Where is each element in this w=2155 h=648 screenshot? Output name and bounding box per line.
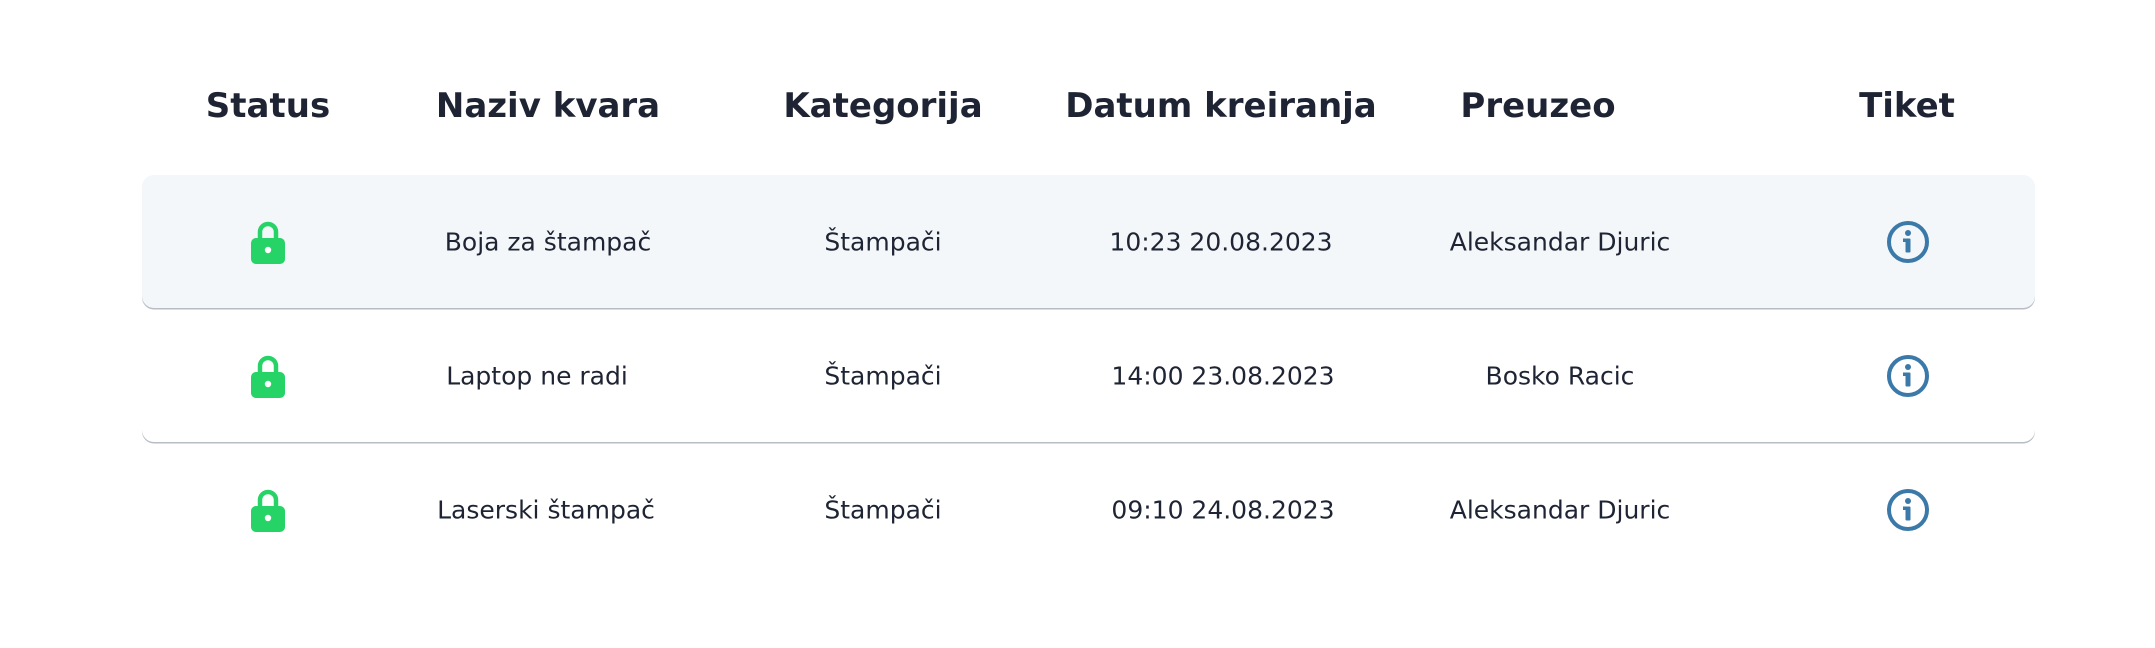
cell-preuzeo: Aleksandar Djuric	[1449, 495, 1671, 524]
cell-naziv-kvara: Laserski štampač	[437, 495, 655, 524]
info-icon[interactable]	[1886, 354, 1930, 398]
cell-kategorija: Štampači	[824, 227, 942, 256]
lock-icon	[251, 355, 285, 398]
cell-naziv-kvara: Boja za štampač	[444, 227, 652, 256]
cell-kategorija: Štampači	[824, 495, 942, 524]
cell-datum-kreiranja: 09:10 24.08.2023	[1111, 495, 1335, 524]
table-row[interactable]: Laserski štampač Štampači 09:10 24.08.20…	[142, 443, 2035, 576]
lock-icon	[251, 221, 285, 264]
header-preuzeo: Preuzeo	[1460, 86, 1616, 126]
cell-kategorija: Štampači	[824, 361, 942, 390]
info-icon[interactable]	[1886, 488, 1930, 532]
cell-datum-kreiranja: 10:23 20.08.2023	[1109, 227, 1333, 256]
cell-datum-kreiranja: 14:00 23.08.2023	[1111, 361, 1335, 390]
table-header: Status Naziv kvara Kategorija Datum krei…	[142, 62, 2035, 175]
table-row[interactable]: Boja za štampač Štampači 10:23 20.08.202…	[142, 175, 2035, 308]
cell-naziv-kvara: Laptop ne radi	[446, 361, 628, 390]
lock-icon	[251, 489, 285, 532]
table-row[interactable]: Laptop ne radi Štampači 14:00 23.08.2023…	[142, 309, 2035, 442]
cell-preuzeo: Bosko Racic	[1485, 361, 1635, 390]
header-datum-kreiranja: Datum kreiranja	[1065, 86, 1377, 126]
header-kategorija: Kategorija	[783, 86, 983, 126]
tickets-table: Status Naziv kvara Kategorija Datum krei…	[142, 62, 2035, 576]
info-icon[interactable]	[1886, 220, 1930, 264]
header-tiket: Tiket	[1859, 86, 1955, 126]
cell-preuzeo: Aleksandar Djuric	[1449, 227, 1671, 256]
header-status: Status	[205, 86, 331, 126]
header-naziv-kvara: Naziv kvara	[435, 86, 661, 126]
